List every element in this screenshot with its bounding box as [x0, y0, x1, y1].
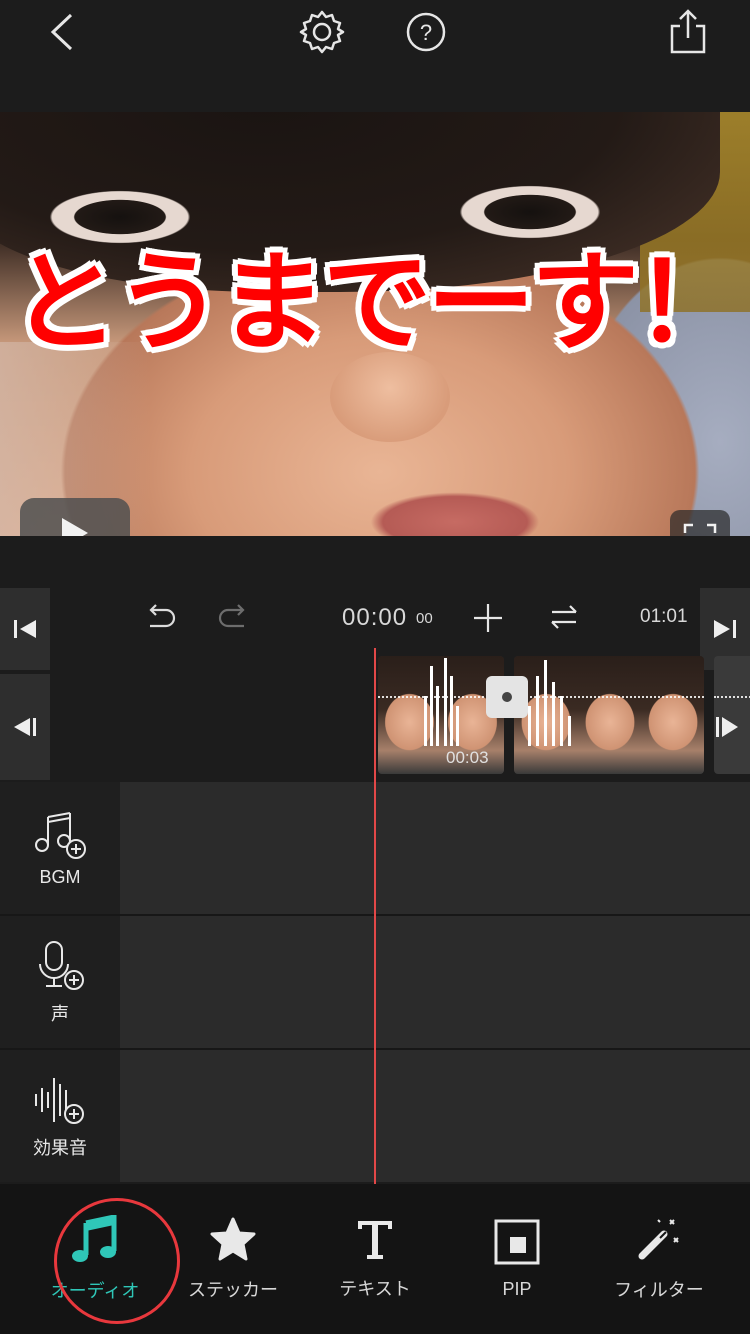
preview-image-mouth: [370, 492, 540, 536]
star-icon: [210, 1217, 256, 1261]
sound-effect-label: 効果音: [33, 1138, 87, 1158]
help-button[interactable]: ?: [402, 8, 450, 56]
undo-icon: [149, 604, 176, 628]
settings-button[interactable]: [298, 8, 346, 56]
top-bar: ?: [0, 0, 750, 112]
video-preview[interactable]: とうまでーす！: [0, 112, 750, 536]
voice-lane[interactable]: [120, 916, 750, 1048]
tab-sticker-label: ステッカー: [188, 1280, 278, 1300]
audio-waveform: [714, 696, 750, 698]
previous-frame-button[interactable]: [0, 674, 50, 780]
play-icon: [62, 518, 88, 536]
preview-image-eye: [450, 182, 610, 242]
step-forward-icon: [716, 717, 738, 737]
share-icon: [670, 9, 706, 54]
bgm-label: BGM: [39, 866, 81, 887]
tab-sticker[interactable]: ステッカー: [158, 1184, 308, 1334]
total-time: 01:01: [640, 606, 688, 627]
preview-image-eye: [40, 187, 200, 247]
current-time-frames: 00: [416, 610, 433, 627]
music-add-icon: [35, 811, 86, 859]
video-clip[interactable]: 00:03: [378, 656, 504, 774]
question-circle-icon: ?: [406, 12, 446, 52]
add-bgm-button[interactable]: BGM: [0, 782, 120, 914]
tab-filter-label: フィルター: [614, 1280, 704, 1300]
bottom-tab-bar: オーディオ ステッカー テキスト PIP フィルター: [0, 1184, 750, 1334]
magic-wand-icon: [638, 1219, 679, 1260]
fullscreen-button[interactable]: [670, 510, 730, 536]
step-back-icon: [14, 718, 36, 736]
swap-button[interactable]: [548, 602, 580, 634]
add-clip-button[interactable]: [470, 600, 506, 636]
redo-button[interactable]: [216, 602, 256, 636]
voice-label: 声: [51, 1004, 69, 1024]
tab-audio[interactable]: オーディオ: [20, 1184, 180, 1334]
skip-start-icon: [14, 620, 36, 638]
play-button[interactable]: [20, 498, 130, 536]
gear-icon: [299, 10, 345, 54]
audio-waveform-peaks: [424, 656, 464, 746]
undo-button[interactable]: [142, 602, 182, 636]
playhead[interactable]: [374, 648, 376, 1184]
audio-waveform-peaks: [528, 656, 578, 746]
tab-filter[interactable]: フィルター: [584, 1184, 734, 1334]
tab-pip-label: PIP: [502, 1278, 532, 1299]
swap-arrows-icon: [551, 605, 577, 629]
clip-thumbnail: [642, 656, 704, 774]
add-voice-button[interactable]: 声: [0, 916, 120, 1048]
tab-pip[interactable]: PIP: [442, 1184, 592, 1334]
fullscreen-icon: [683, 523, 717, 533]
music-note-icon: [72, 1215, 117, 1262]
plus-icon: [474, 604, 502, 632]
pip-icon: [494, 1219, 540, 1264]
clip-duration: 00:03: [446, 748, 489, 767]
clip-thumbnail: [578, 656, 642, 774]
caption-text[interactable]: とうまでーす！: [0, 250, 750, 358]
microphone-add-icon: [39, 941, 84, 990]
skip-end-icon: [714, 620, 736, 638]
share-button[interactable]: [664, 8, 712, 56]
tab-audio-label: オーディオ: [50, 1281, 140, 1301]
redo-icon: [218, 604, 245, 628]
current-time: 00:00: [342, 604, 408, 631]
svg-text:?: ?: [420, 20, 432, 45]
tab-text-label: テキスト: [339, 1279, 411, 1299]
transition-button[interactable]: [486, 676, 528, 718]
video-track[interactable]: 00:03: [378, 656, 750, 774]
tab-text[interactable]: テキスト: [300, 1184, 450, 1334]
next-frame-button[interactable]: [712, 712, 742, 742]
text-icon: [358, 1221, 392, 1259]
transition-dot-icon: [502, 692, 512, 702]
sound-effect-lane[interactable]: [120, 1050, 750, 1182]
chevron-left-icon: [50, 13, 73, 51]
app-root: ? とうまでーす！ 00:00 00 01:01 00:03 BGM 声 効果音…: [0, 0, 750, 1334]
bgm-lane[interactable]: [120, 782, 750, 914]
video-clip[interactable]: [514, 656, 704, 774]
waveform-add-icon: [35, 1078, 84, 1124]
jump-to-start-button[interactable]: [0, 588, 50, 670]
back-button[interactable]: [38, 8, 86, 56]
add-sound-effect-button[interactable]: 効果音: [0, 1050, 120, 1182]
